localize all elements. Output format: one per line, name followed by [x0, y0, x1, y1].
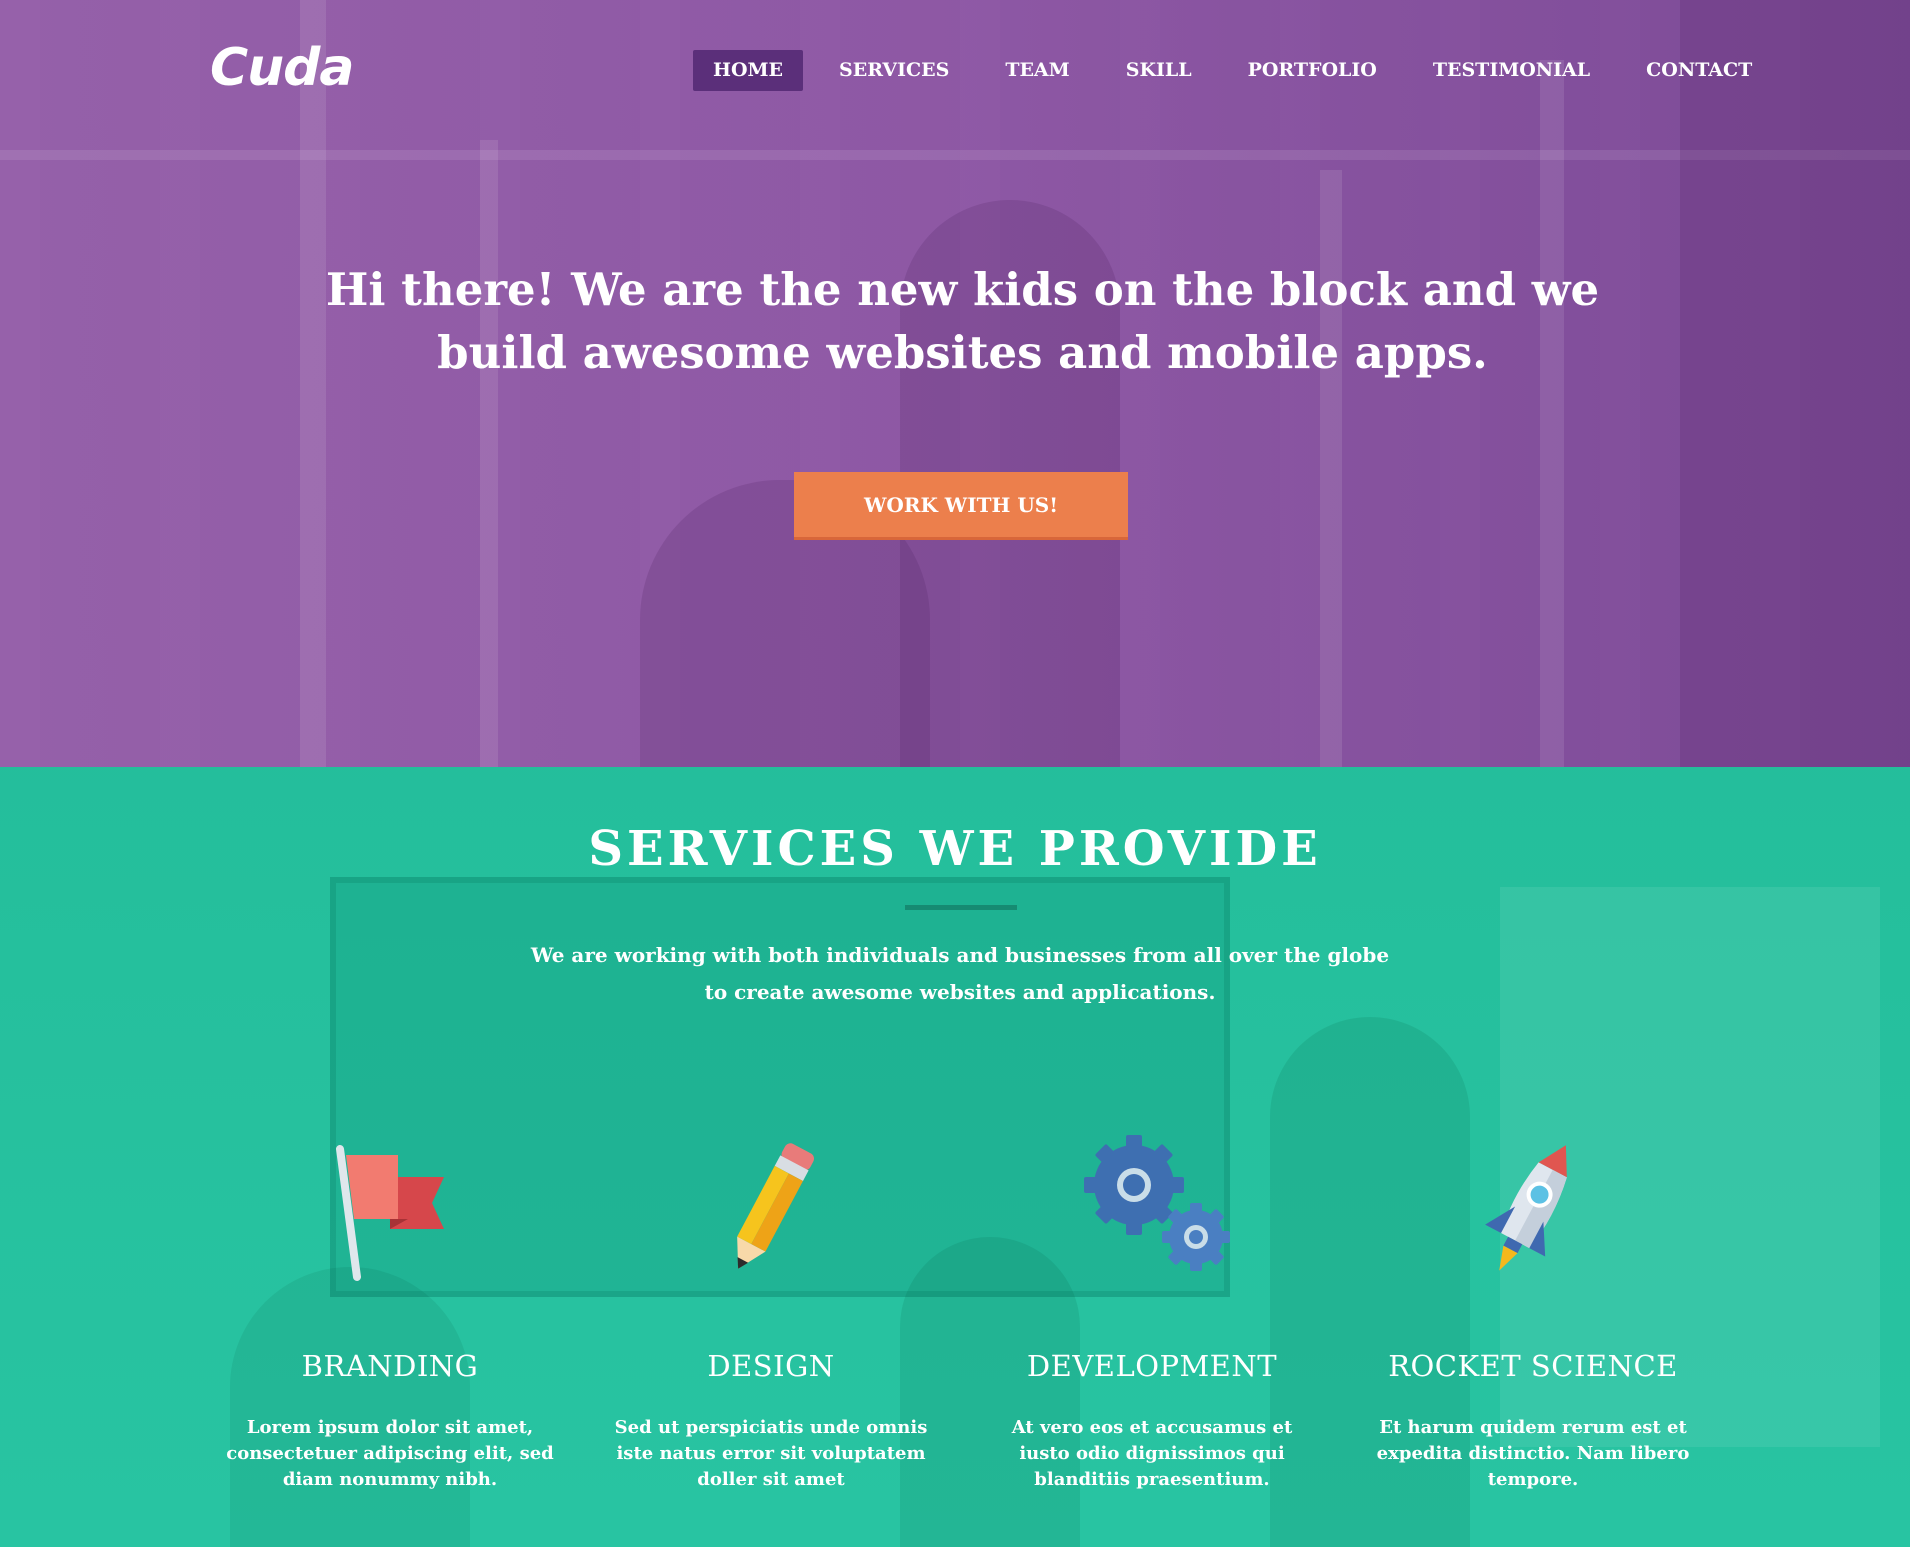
service-card-branding: BRANDING Lorem ipsum dolor sit amet, con… [220, 1127, 560, 1493]
service-title: DESIGN [707, 1349, 835, 1383]
service-title: ROCKET SCIENCE [1388, 1349, 1678, 1383]
flag-icon [336, 1145, 444, 1281]
nav-item-testimonial[interactable]: TESTIMONIAL [1413, 50, 1610, 91]
service-desc: Et harum quidem rerum est et expedita di… [1376, 1417, 1690, 1490]
hero-section: Cuda HOME SERVICES TEAM SKILL PORTFOLIO … [0, 0, 1910, 767]
nav-item-contact[interactable]: CONTACT [1626, 50, 1772, 91]
service-desc: Lorem ipsum dolor sit amet, consectetuer… [226, 1417, 554, 1490]
title-divider [905, 905, 1017, 910]
logo[interactable]: Cuda [210, 38, 354, 98]
service-desc: At vero eos et accusamus et iusto odio d… [1011, 1417, 1293, 1490]
services-section: SERVICES WE PROVIDE We are working with … [0, 767, 1910, 1547]
services-subtitle: We are working with both individuals and… [530, 943, 1390, 1004]
service-card-design: DESIGN Sed ut perspiciatis unde omnis is… [601, 1127, 941, 1493]
service-desc: Sed ut perspiciatis unde omnis iste natu… [614, 1417, 928, 1490]
nav-item-skill[interactable]: SKILL [1106, 50, 1212, 91]
service-title: DEVELOPMENT [1026, 1349, 1278, 1383]
pencil-icon [737, 1143, 814, 1269]
main-nav: HOME SERVICES TEAM SKILL PORTFOLIO TESTI… [693, 50, 1788, 91]
nav-item-services[interactable]: SERVICES [819, 50, 969, 91]
work-with-us-button[interactable]: WORK WITH US! [794, 472, 1128, 540]
nav-item-home[interactable]: HOME [693, 50, 804, 91]
service-title: BRANDING [301, 1349, 479, 1383]
services-title: SERVICES WE PROVIDE [588, 821, 1322, 877]
service-card-rocket-science: ROCKET SCIENCE Et harum quidem rerum est… [1363, 1127, 1703, 1493]
service-card-development: DEVELOPMENT At vero eos et accusamus et … [982, 1127, 1322, 1493]
gears-icon [1084, 1135, 1230, 1271]
nav-item-team[interactable]: TEAM [985, 50, 1089, 91]
nav-item-portfolio[interactable]: PORTFOLIO [1228, 50, 1397, 91]
rocket-icon [1485, 1145, 1567, 1271]
hero-title: Hi there! We are the new kids on the blo… [325, 263, 1600, 379]
